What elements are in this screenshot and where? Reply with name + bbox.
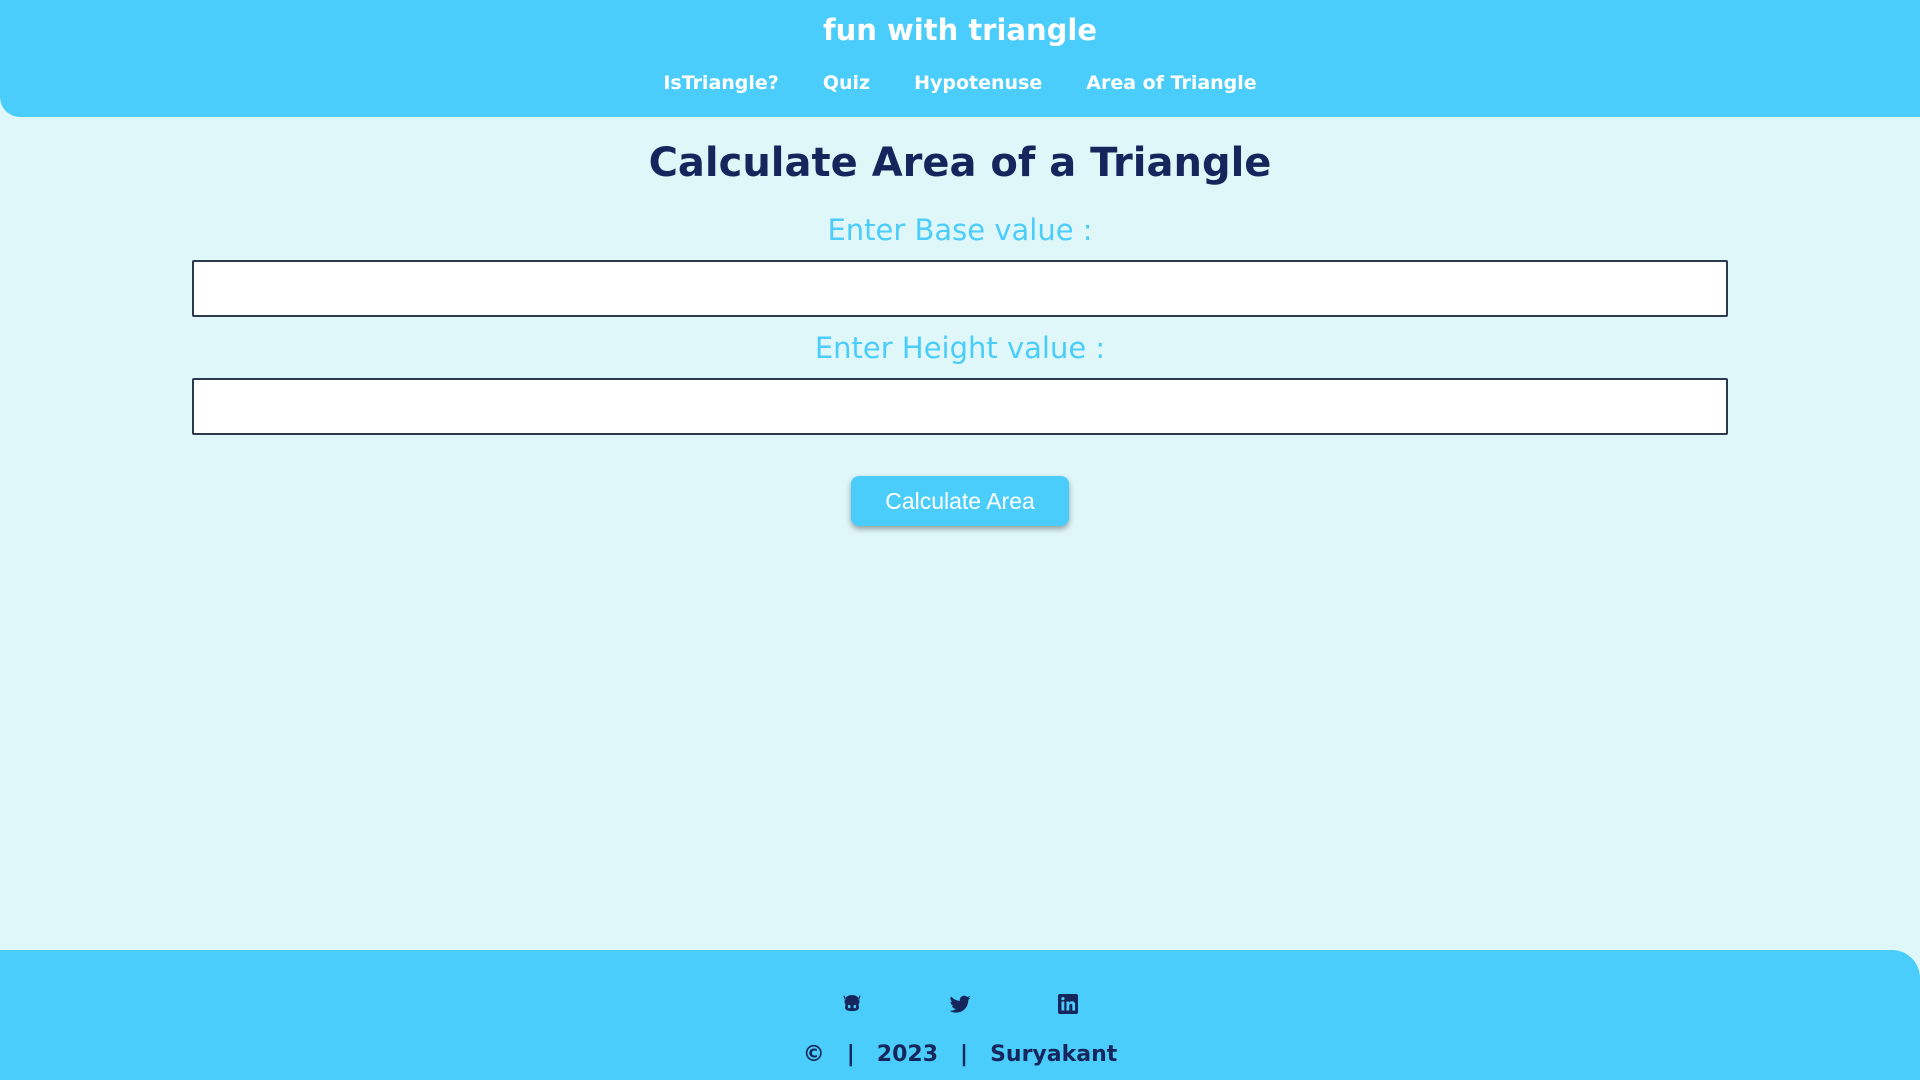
social-links [0,992,1920,1016]
calculate-area-button[interactable]: Calculate Area [851,476,1069,526]
nav-link-quiz[interactable]: Quiz [823,72,870,94]
footer-separator: | [846,1042,855,1067]
height-input[interactable] [192,378,1728,435]
footer-separator: | [960,1042,969,1067]
main-nav: IsTriangle? Quiz Hypotenuse Area of Tria… [0,72,1920,94]
twitter-icon[interactable] [948,992,972,1016]
base-input[interactable] [192,260,1728,317]
page-title: Calculate Area of a Triangle [648,140,1272,186]
footer-year: 2023 [876,1042,939,1067]
linkedin-icon[interactable] [1056,992,1080,1016]
site-footer: © | 2023 | Suryakant [0,950,1920,1080]
site-header: fun with triangle IsTriangle? Quiz Hypot… [0,0,1920,117]
site-title: fun with triangle [822,13,1098,47]
nav-link-area-of-triangle[interactable]: Area of Triangle [1086,72,1256,94]
height-label: Enter Height value : [814,331,1106,365]
footer-credits: © | 2023 | Suryakant [0,1042,1920,1067]
github-icon[interactable] [840,992,864,1016]
base-label: Enter Base value : [827,213,1093,247]
copyright-symbol: © [802,1042,825,1067]
footer-author: Suryakant [990,1042,1118,1067]
nav-link-istriangle[interactable]: IsTriangle? [663,72,779,94]
nav-link-hypotenuse[interactable]: Hypotenuse [914,72,1042,94]
